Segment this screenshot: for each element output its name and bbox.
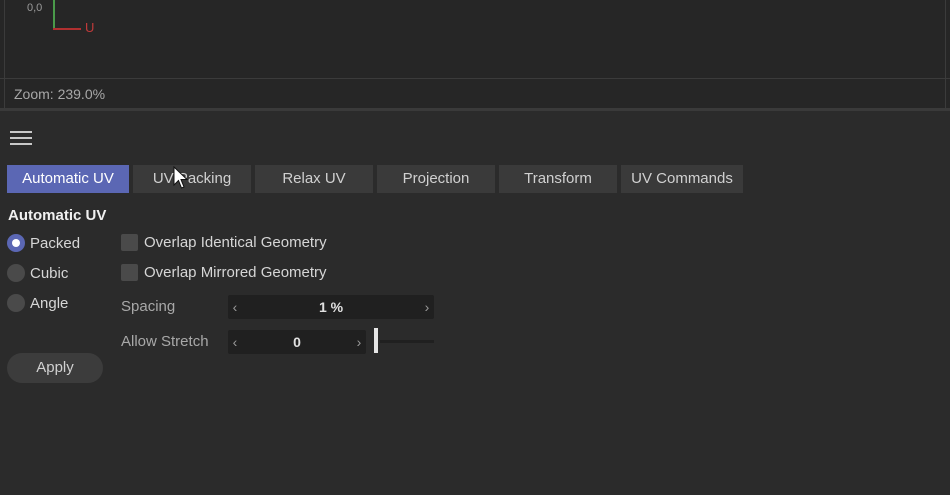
u-axis	[53, 28, 81, 30]
section-title: Automatic UV	[8, 207, 107, 224]
radio-unselected-icon[interactable]	[7, 294, 25, 312]
allow-stretch-value[interactable]: 0	[242, 334, 352, 350]
option-label: Overlap Mirrored Geometry	[144, 264, 327, 281]
zoom-readout: Zoom: 239.0%	[14, 86, 106, 102]
v-axis	[53, 0, 55, 30]
chevron-right-icon[interactable]: ›	[420, 299, 434, 315]
radio-selected-icon[interactable]	[7, 234, 25, 252]
viewport-status-divider	[0, 78, 950, 79]
tab-transform[interactable]: Transform	[499, 165, 617, 193]
chevron-left-icon[interactable]: ‹	[228, 299, 242, 315]
allow-stretch-slider-track[interactable]	[380, 340, 434, 343]
attribute-panel: Automatic UV UV Packing Relax UV Project…	[0, 111, 950, 495]
mode-label: Packed	[30, 234, 81, 252]
hamburger-menu-icon[interactable]	[10, 131, 32, 147]
apply-button[interactable]: Apply	[7, 353, 103, 383]
spacing-stepper[interactable]: ‹ 1 % ›	[228, 295, 434, 319]
checkbox[interactable]	[121, 234, 138, 251]
tab-relax-uv[interactable]: Relax UV	[255, 165, 373, 193]
spacing-label: Spacing	[121, 298, 176, 315]
overlap-identical-option[interactable]: Overlap Identical Geometry	[121, 234, 327, 251]
uv-viewport[interactable]: 0,0 U Zoom: 239.0%	[0, 0, 950, 111]
chevron-left-icon[interactable]: ‹	[228, 334, 242, 350]
tab-bar: Automatic UV UV Packing Relax UV Project…	[7, 165, 743, 193]
checkbox[interactable]	[121, 264, 138, 281]
chevron-right-icon[interactable]: ›	[352, 334, 366, 350]
allow-stretch-stepper[interactable]: ‹ 0 ›	[228, 330, 366, 354]
tab-automatic-uv[interactable]: Automatic UV	[7, 165, 129, 193]
spacing-value[interactable]: 1 %	[242, 299, 420, 315]
mode-packed[interactable]: Packed	[7, 234, 80, 252]
allow-stretch-label: Allow Stretch	[121, 333, 209, 350]
origin-label: 0,0	[27, 2, 43, 14]
option-label: Overlap Identical Geometry	[144, 234, 327, 251]
tab-projection[interactable]: Projection	[377, 165, 495, 193]
viewport-right-border	[945, 0, 946, 108]
mouse-pointer-icon	[173, 166, 189, 189]
tab-uv-commands[interactable]: UV Commands	[621, 165, 743, 193]
mode-label: Cubic	[30, 264, 69, 282]
allow-stretch-slider-handle[interactable]	[374, 328, 378, 353]
mode-cubic[interactable]: Cubic	[7, 264, 68, 282]
mode-angle[interactable]: Angle	[7, 294, 68, 312]
overlap-mirrored-option[interactable]: Overlap Mirrored Geometry	[121, 264, 327, 281]
u-axis-label: U	[85, 20, 95, 35]
viewport-left-border	[4, 0, 5, 108]
mode-label: Angle	[30, 294, 69, 312]
tab-uv-packing[interactable]: UV Packing	[133, 165, 251, 193]
radio-unselected-icon[interactable]	[7, 264, 25, 282]
